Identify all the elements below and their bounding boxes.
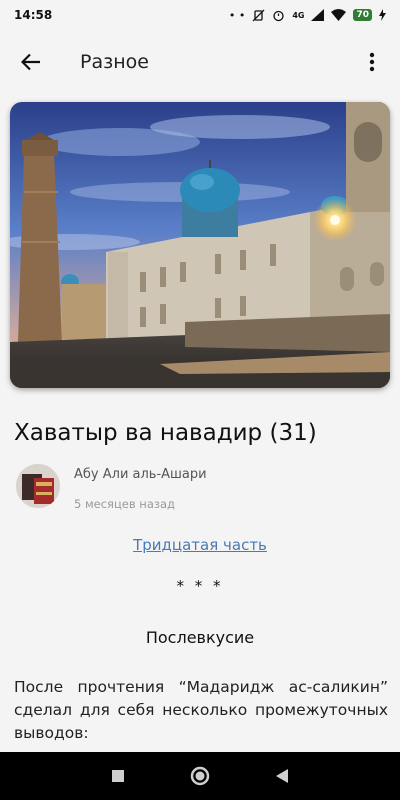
publish-date: 5 месяцев назад	[74, 497, 175, 511]
back-button[interactable]	[16, 47, 46, 77]
article-body: После прочтения “Мадаридж ас-саликин” сд…	[14, 678, 388, 742]
status-bar: 14:58 • • 4G 70	[0, 0, 400, 30]
battery-indicator: 70	[353, 9, 372, 21]
alarm-icon	[273, 10, 284, 21]
status-icons: • • 4G 70	[229, 9, 386, 22]
recents-button[interactable]	[108, 766, 128, 786]
arrow-left-icon	[21, 53, 40, 71]
triangle-back-icon	[276, 769, 288, 783]
app-bar: Разное	[0, 30, 400, 94]
system-nav-bar	[0, 752, 400, 800]
author-name[interactable]: Абу Али аль-Ашари	[74, 467, 207, 482]
article-image	[10, 102, 390, 388]
signal-icon	[311, 9, 325, 21]
author-avatar[interactable]	[16, 464, 60, 508]
status-time: 14:58	[14, 8, 53, 22]
more-options-button[interactable]	[360, 47, 384, 77]
network-label: 4G	[292, 10, 305, 20]
vibrate-off-icon	[252, 9, 265, 21]
separator: * * *	[176, 577, 224, 595]
page-title: Разное	[80, 51, 149, 73]
article-title: Хаватыр ва навадир (31)	[14, 420, 317, 446]
charging-icon	[379, 9, 386, 21]
more-vert-icon	[369, 52, 375, 72]
back-nav-button[interactable]	[272, 766, 292, 786]
wifi-icon	[331, 9, 347, 21]
part-link[interactable]: Тридцатая часть	[0, 536, 400, 554]
square-icon	[112, 770, 124, 782]
home-button[interactable]	[190, 766, 210, 786]
circle-icon	[190, 766, 210, 786]
notification-dots: • •	[228, 8, 246, 22]
section-heading: Послевкусие	[145, 628, 255, 647]
